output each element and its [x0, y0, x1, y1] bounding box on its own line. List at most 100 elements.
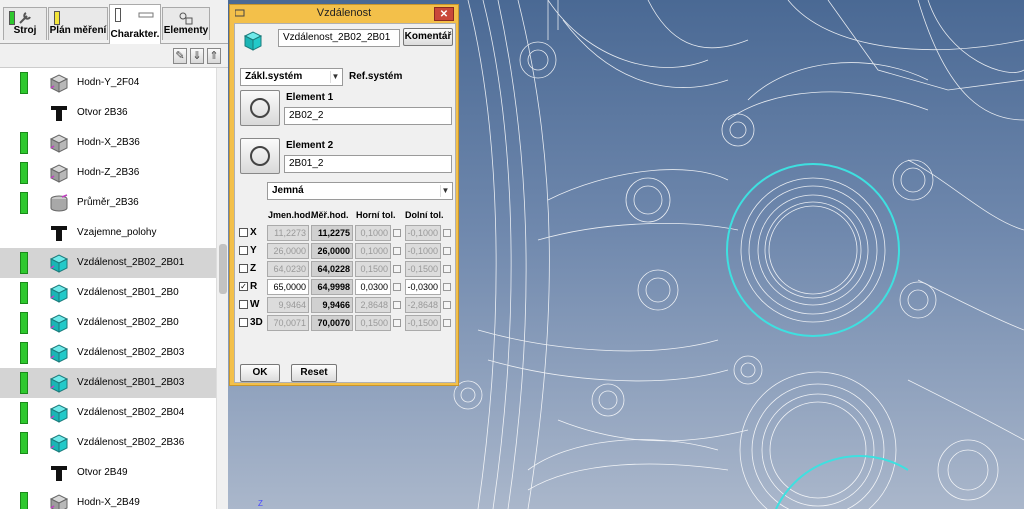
- tolerance-row: ✓ R 65,0000 64,9998 0,0300 -0,0300: [235, 279, 457, 297]
- col-header-lower: Dolní tol.: [405, 210, 444, 220]
- axis-checkbox[interactable]: [239, 228, 248, 237]
- gray-box-icon: [49, 74, 69, 93]
- upper-tolerance[interactable]: 0,1500: [355, 315, 391, 331]
- lower-tol-checkbox[interactable]: [443, 229, 451, 237]
- element2-field[interactable]: 2B01_2: [284, 155, 452, 173]
- nominal-value[interactable]: 65,0000: [267, 279, 309, 295]
- circle-icon: [250, 98, 270, 118]
- edit-button[interactable]: ✎: [173, 48, 187, 64]
- precision-select[interactable]: Jemná ▼: [267, 182, 453, 200]
- axis-checkbox[interactable]: [239, 246, 248, 255]
- gray-box-icon: [49, 134, 69, 153]
- upper-tol-checkbox[interactable]: [393, 283, 401, 291]
- upper-tolerance[interactable]: 0,0300: [355, 279, 391, 295]
- list-item[interactable]: Otvor 2B36: [0, 98, 216, 128]
- move-down-button[interactable]: ⇓: [190, 48, 204, 64]
- axis-checkbox[interactable]: [239, 318, 248, 327]
- list-item[interactable]: Hodn-X_2B49: [0, 488, 216, 509]
- move-up-button[interactable]: ⇑: [207, 48, 221, 64]
- nominal-value[interactable]: 64,0230: [267, 261, 309, 277]
- list-item[interactable]: Vzdálenost_2B02_2B0: [0, 308, 216, 338]
- name-field[interactable]: Vzdálenost_2B02_2B01: [278, 29, 400, 47]
- status-bar: [20, 252, 28, 274]
- list-item[interactable]: Vzdálenost_2B02_2B01: [0, 248, 216, 278]
- circle-icon: [250, 146, 270, 166]
- elements-icon: [179, 12, 193, 25]
- upper-tol-checkbox[interactable]: [393, 229, 401, 237]
- lower-tolerance[interactable]: -2,8648: [405, 297, 441, 313]
- nominal-value[interactable]: 9,9464: [267, 297, 309, 313]
- axis-label: Z: [250, 263, 257, 274]
- upper-tolerance[interactable]: 0,1500: [355, 261, 391, 277]
- lower-tol-checkbox[interactable]: [443, 247, 451, 255]
- list-item[interactable]: Otvor 2B49: [0, 458, 216, 488]
- close-button[interactable]: ✕: [434, 7, 454, 21]
- reset-button[interactable]: Reset: [291, 364, 337, 382]
- axis-checkbox[interactable]: [239, 300, 248, 309]
- list-item-label: Hodn-X_2B49: [77, 497, 140, 508]
- lower-tol-checkbox[interactable]: [443, 283, 451, 291]
- cyan-box-icon: [49, 434, 69, 453]
- comment-button[interactable]: Komentář: [403, 28, 453, 46]
- ref-system-select[interactable]: Zákl.systém ▼: [240, 68, 343, 86]
- lower-tolerance[interactable]: -0,1500: [405, 315, 441, 331]
- tab-stroj[interactable]: Stroj: [3, 7, 47, 40]
- gray-box-icon: [49, 164, 69, 183]
- tab-label: Plán měření: [49, 25, 107, 36]
- tab-charakter[interactable]: Charakter.: [109, 4, 161, 44]
- element1-pick-button[interactable]: [240, 90, 280, 126]
- list-item[interactable]: Průměr_2B36: [0, 188, 216, 218]
- ok-button[interactable]: OK: [240, 364, 280, 382]
- status-bar: [20, 372, 28, 394]
- list-item[interactable]: Vzdálenost_2B02_2B36: [0, 428, 216, 458]
- upper-tolerance[interactable]: 2,8648: [355, 297, 391, 313]
- upper-tolerance[interactable]: 0,1000: [355, 243, 391, 259]
- list-scrollbar[interactable]: [216, 68, 228, 509]
- list-item-label: Vzdálenost_2B02_2B03: [77, 347, 185, 358]
- lower-tol-checkbox[interactable]: [443, 265, 451, 273]
- tab-label: Elementy: [163, 25, 209, 36]
- tab-plan-mereni[interactable]: Plán měření: [48, 7, 108, 40]
- nominal-value[interactable]: 26,0000: [267, 243, 309, 259]
- element1-field[interactable]: 2B02_2: [284, 107, 452, 125]
- precision-value: Jemná: [272, 185, 304, 196]
- list-item-label: Otvor 2B36: [77, 107, 128, 118]
- upper-tol-checkbox[interactable]: [393, 319, 401, 327]
- axis-checkbox[interactable]: [239, 264, 248, 273]
- lower-tolerance[interactable]: -0,1000: [405, 243, 441, 259]
- list-item-label: Vzdálenost_2B02_2B36: [77, 437, 185, 448]
- list-item[interactable]: Hodn-Z_2B36: [0, 158, 216, 188]
- lower-tolerance[interactable]: -0,0300: [405, 279, 441, 295]
- distance-dialog: Vzdálenost ✕ Vzdálenost_2B02_2B01 Koment…: [229, 4, 459, 386]
- highlight-circle: [726, 163, 900, 337]
- cyan-box-icon: [49, 284, 69, 303]
- list-item-label: Hodn-Z_2B36: [77, 167, 140, 178]
- nominal-value[interactable]: 70,0071: [267, 315, 309, 331]
- panel-tabs: Stroj Plán měření Charakter. Elementy: [0, 0, 228, 44]
- list-item[interactable]: Hodn-Y_2F04: [0, 68, 216, 98]
- list-item[interactable]: Hodn-X_2B36: [0, 128, 216, 158]
- scrollbar-thumb[interactable]: [219, 244, 227, 294]
- status-bar: [20, 132, 28, 154]
- lower-tolerance[interactable]: -0,1500: [405, 261, 441, 277]
- upper-tolerance[interactable]: 0,1000: [355, 225, 391, 241]
- upper-tol-checkbox[interactable]: [393, 265, 401, 273]
- col-header-upper: Horní tol.: [356, 210, 396, 220]
- list-item-label: Otvor 2B49: [77, 467, 128, 478]
- upper-tol-checkbox[interactable]: [393, 247, 401, 255]
- axis-label: Z: [258, 499, 263, 508]
- nominal-value[interactable]: 11,2273: [267, 225, 309, 241]
- list-item[interactable]: Vzdálenost_2B01_2B03: [0, 368, 216, 398]
- element2-pick-button[interactable]: [240, 138, 280, 174]
- list-item-label: Vzdálenost_2B02_2B0: [77, 317, 179, 328]
- upper-tol-checkbox[interactable]: [393, 301, 401, 309]
- list-item[interactable]: Vzajemne_polohy: [0, 218, 216, 248]
- axis-checkbox[interactable]: ✓: [239, 282, 248, 291]
- list-item[interactable]: Vzdálenost_2B01_2B0: [0, 278, 216, 308]
- lower-tol-checkbox[interactable]: [443, 301, 451, 309]
- lower-tol-checkbox[interactable]: [443, 319, 451, 327]
- lower-tolerance[interactable]: -0,1000: [405, 225, 441, 241]
- tab-elementy[interactable]: Elementy: [162, 7, 210, 40]
- list-item[interactable]: Vzdálenost_2B02_2B04: [0, 398, 216, 428]
- list-item[interactable]: Vzdálenost_2B02_2B03: [0, 338, 216, 368]
